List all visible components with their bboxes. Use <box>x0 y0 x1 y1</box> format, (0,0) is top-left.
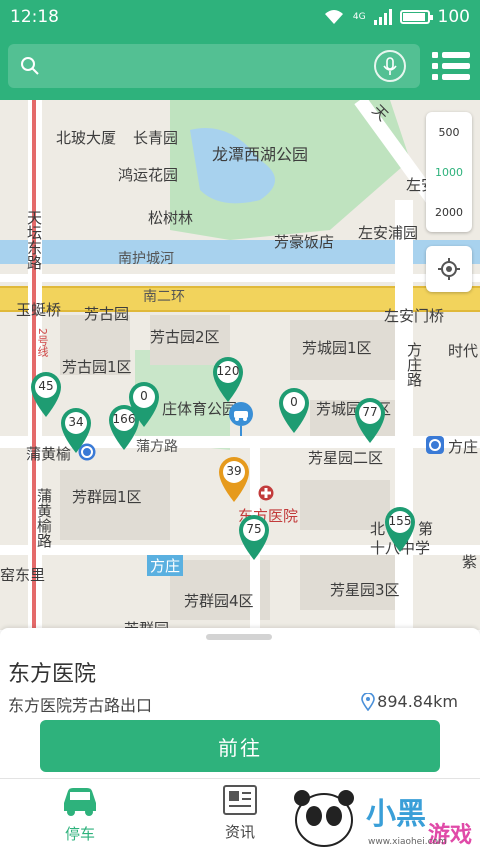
tab-news[interactable]: 资讯 <box>195 785 285 847</box>
parking-count: 39 <box>226 464 242 478</box>
parking-marker[interactable]: 155 <box>382 505 418 553</box>
map-label: 芳古园 <box>84 305 130 323</box>
parking-marker[interactable]: 120 <box>210 355 246 403</box>
tab-label: 资讯 <box>224 823 255 841</box>
map-label: 方庄路 <box>405 342 423 387</box>
place-distance: 894.84km <box>361 692 458 711</box>
map-label: 蒲黄榆路 <box>35 488 53 548</box>
locate-button[interactable] <box>426 246 472 292</box>
search-box[interactable] <box>8 44 420 88</box>
wifi-icon <box>324 10 343 24</box>
map-view[interactable]: 北玻大厦 长青园 鸿运花园 龙潭西湖公园 松树林 左安 芳豪饭店 左安浦园 南护… <box>0 100 480 630</box>
map-label: 长青园 <box>133 129 179 147</box>
map-label: 芳古园1区 <box>62 358 132 376</box>
parking-marker[interactable]: 0 <box>126 380 162 428</box>
distance-value: 894.84km <box>377 692 458 711</box>
map-label: 2号线 <box>36 328 49 357</box>
map-label: 龙潭西湖公园 <box>212 145 309 164</box>
list-menu-button[interactable] <box>432 50 470 82</box>
place-name: 东方医院 <box>8 662 97 687</box>
network-type: 4G <box>352 12 366 22</box>
top-bar <box>0 34 480 100</box>
parking-count: 120 <box>216 364 240 378</box>
navigate-button[interactable]: 前往 <box>40 720 440 772</box>
map-label: 左安浦园 <box>358 224 419 242</box>
battery-percent: 100 <box>437 7 470 27</box>
scale-option-active[interactable]: 1000 <box>435 166 463 179</box>
parking-count: 75 <box>246 522 262 536</box>
status-bar: 12:18 4G 100 <box>0 0 480 34</box>
parking-marker[interactable]: 39 <box>216 455 252 503</box>
map-label: 方庄 <box>147 555 184 576</box>
parking-count: 34 <box>68 415 84 429</box>
search-icon <box>21 57 39 75</box>
parking-count: 45 <box>38 379 54 393</box>
map-label: 芳星园3区 <box>330 581 400 599</box>
microphone-icon <box>383 57 397 75</box>
news-icon <box>223 785 257 815</box>
parking-marker[interactable]: 34 <box>58 406 94 454</box>
map-label: 时代 <box>448 342 479 360</box>
parking-count: 155 <box>388 514 412 528</box>
search-input[interactable] <box>48 44 368 88</box>
map-label: 芳群园4区 <box>184 592 254 610</box>
parking-marker[interactable]: 77 <box>352 396 388 444</box>
map-label: 玉蜓桥 <box>16 301 62 319</box>
parking-marker[interactable]: 75 <box>236 513 272 561</box>
drag-handle[interactable] <box>206 634 272 640</box>
svg-text:小黑: 小黑 <box>366 797 426 832</box>
map-label: 松树林 <box>148 209 194 227</box>
status-time: 12:18 <box>10 7 59 27</box>
map-label: 鸿运花园 <box>118 166 179 184</box>
map-label: 南护城河 <box>118 251 174 267</box>
map-label: 芳豪饭店 <box>274 233 335 251</box>
hospital-icon <box>258 485 274 501</box>
parking-count: 0 <box>140 389 148 403</box>
map-label: 方庄 <box>448 438 479 456</box>
zoom-scale-panel[interactable]: 500 1000 2000 <box>426 112 472 232</box>
tab-parking[interactable]: 停车 <box>35 785 125 847</box>
map-label: 南二环 <box>143 289 185 305</box>
location-pin-icon <box>361 692 375 711</box>
scale-option[interactable]: 2000 <box>435 206 463 219</box>
map-label: 北玻大厦 <box>56 129 117 147</box>
map-label: 芳群园1区 <box>72 488 142 506</box>
parking-car-icon[interactable] <box>228 402 254 436</box>
map-label: 芳星园二区 <box>308 449 384 467</box>
battery-icon <box>399 10 433 24</box>
map-label: 左安门桥 <box>384 307 445 325</box>
parking-count: 77 <box>362 405 378 419</box>
signal-icon <box>373 9 392 25</box>
map-label: 窑东里 <box>0 566 46 584</box>
place-address: 东方医院芳古路出口 <box>8 696 153 715</box>
scale-option[interactable]: 500 <box>439 126 460 139</box>
map-label: 紫 <box>462 553 478 571</box>
map-label: 天坛东路 <box>25 210 43 270</box>
svg-text:www.xiaohei.com: www.xiaohei.com <box>368 837 447 847</box>
map-label: 芳城园1区 <box>302 339 372 357</box>
map-label: 蒲方路 <box>136 439 178 455</box>
parking-count: 0 <box>290 395 298 409</box>
voice-button[interactable] <box>374 50 406 82</box>
parking-marker[interactable]: 0 <box>276 386 312 434</box>
battery-fill <box>402 13 426 21</box>
place-info-sheet: 东方医院 东方医院芳古路出口 894.84km 前往 <box>0 628 480 778</box>
tab-label: 停车 <box>64 825 95 843</box>
map-label: 第 <box>418 520 434 538</box>
car-icon <box>64 788 96 816</box>
list-icon <box>432 52 470 80</box>
locate-icon <box>438 258 460 280</box>
map-label: 芳古园2区 <box>150 328 220 346</box>
watermark-logo: 小黑 游戏 www.xiaohei.com <box>294 790 472 848</box>
metro-icon <box>426 436 444 454</box>
